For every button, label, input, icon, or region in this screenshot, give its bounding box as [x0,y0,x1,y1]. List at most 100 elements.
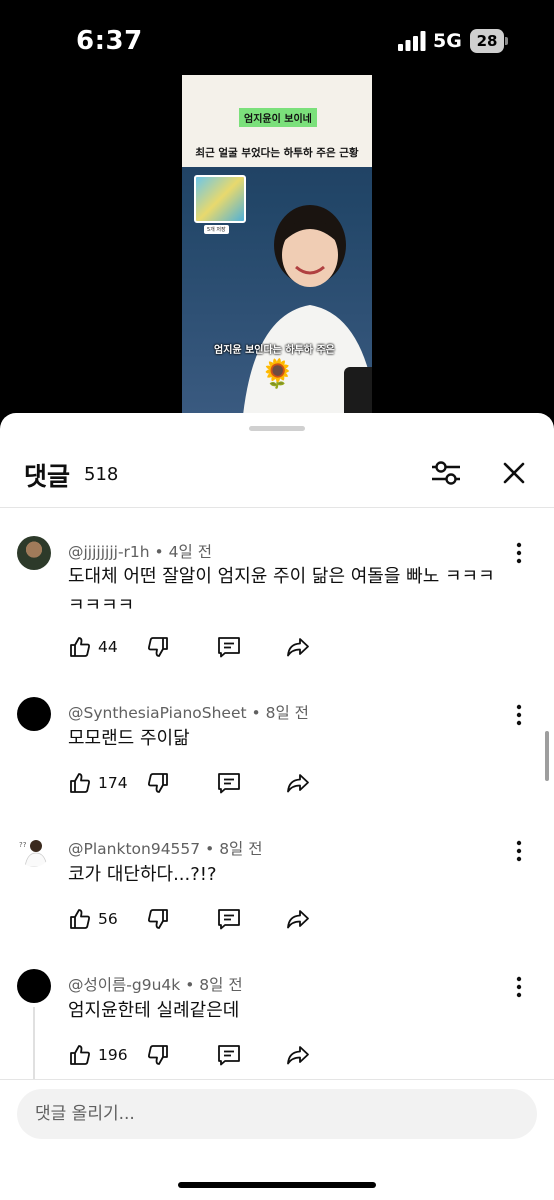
comment-meta: @jjjjjjjj-r1h • 4일 전 [68,540,212,562]
meta-separator: • [154,543,164,561]
share-button[interactable] [285,634,311,660]
comment-meta: @Plankton94557 • 8일 전 [68,837,263,859]
drag-handle[interactable] [249,426,305,431]
comment-text: 도대체 어떤 잘알이 엄지윤 주이 닮은 여돌을 빠노 ㅋㅋㅋ ㅋㅋㅋㅋ [68,562,518,620]
thumbs-down-icon [148,909,168,929]
like-count: 44 [98,638,118,656]
comment-meta: @성이름-g9u4k • 8일 전 [68,973,243,995]
thumbs-up-icon [70,909,90,929]
thumbs-down-icon [148,1045,168,1065]
like-button[interactable]: 174 [68,770,128,796]
comment-actions: 44 [68,634,328,664]
comment-author[interactable]: @jjjjjjjj-r1h [68,543,150,561]
share-icon [287,774,309,793]
svg-text:??: ?? [19,841,27,849]
comment-text: 모모랜드 주이닮 [68,724,518,753]
sort-filter-icon[interactable] [430,459,462,487]
battery-icon: 28 [470,29,510,53]
share-button[interactable] [285,1042,311,1068]
avatar[interactable]: ?? [17,833,51,867]
comment-time: 8일 전 [199,976,243,994]
comments-list[interactable]: @jjjjjjjj-r1h • 4일 전 도대체 어떤 잘알이 엄지윤 주이 닮… [0,509,554,1079]
comments-sheet: 댓글 518 @jjjjjjjj-r1h • 4일 전 도대체 어떤 잘알이 엄… [0,413,554,1200]
video-inset-label: 5개 저장 [204,225,229,234]
meta-separator: • [185,976,195,994]
comment-input[interactable]: 댓글 올리기... [17,1089,537,1139]
like-button[interactable]: 44 [68,634,118,660]
close-icon[interactable] [502,461,526,485]
like-count: 56 [98,910,118,928]
avatar[interactable] [17,969,51,1003]
video-person-image [243,205,372,415]
comment-text-line: 도대체 어떤 잘알이 엄지윤 주이 닮은 여돌을 빠노 ㅋㅋㅋ [68,566,495,587]
dislike-button[interactable] [146,906,170,932]
share-icon [287,638,309,657]
thumbs-up-icon [70,773,90,793]
comment-text: 엄지윤한테 실례같은데 [68,996,518,1025]
status-time: 6:37 [76,26,143,56]
meta-separator: • [205,840,215,858]
like-button[interactable]: 56 [68,906,118,932]
comment-item: @성이름-g9u4k • 8일 전 엄지윤한테 실례같은데 196 [0,951,554,1079]
video-player[interactable]: 엄지윤이 보이네 최근 얼굴 부었다는 하투하 주은 근황 5개 저장 엄지윤 … [182,75,372,415]
input-divider [0,1079,554,1080]
battery-tip [505,37,508,45]
video-subtitle: 최근 얼굴 부었다는 하투하 주은 근황 [195,147,359,159]
signal-icon [398,31,426,51]
reply-button[interactable] [216,1042,242,1068]
comment-time: 4일 전 [168,543,212,561]
comment-author[interactable]: @Plankton94557 [68,840,200,858]
reply-button[interactable] [216,634,242,660]
reply-icon [218,773,240,794]
comment-actions: 56 [68,906,328,936]
comment-time: 8일 전 [265,704,309,722]
comment-text-line: 모모랜드 주이닮 [68,728,190,749]
reply-button[interactable] [216,770,242,796]
comment-text-line: 엄지윤한테 실례같은데 [68,1000,240,1021]
more-options-icon[interactable] [509,703,529,727]
dislike-button[interactable] [146,634,170,660]
comment-actions: 196 [68,1042,328,1072]
thumbs-up-icon [70,637,90,657]
comment-text: 코가 대단하다...?!? [68,860,518,889]
thumbs-down-icon [148,773,168,793]
network-label: 5G [433,30,462,52]
thumbs-down-icon [148,637,168,657]
like-count: 174 [98,774,128,792]
comment-text-line: 코가 대단하다...?!? [68,864,217,885]
avatar[interactable] [17,536,51,570]
more-options-icon[interactable] [509,839,529,863]
dislike-button[interactable] [146,770,170,796]
comment-actions: 174 [68,770,328,800]
like-count: 196 [98,1046,128,1064]
comment-meta: @SynthesiaPianoSheet • 8일 전 [68,701,309,723]
sunflower-icon: 🌻 [260,357,295,390]
more-options-icon[interactable] [509,541,529,565]
comments-title: 댓글 [24,462,71,491]
avatar[interactable] [17,697,51,731]
comment-item: @SynthesiaPianoSheet • 8일 전 모모랜드 주이닮 174 [0,679,554,815]
status-bar: 6:37 5G 28 [0,0,554,80]
scrollbar[interactable] [545,731,549,781]
comment-time: 8일 전 [219,840,263,858]
dislike-button[interactable] [146,1042,170,1068]
thumbs-up-icon [70,1045,90,1065]
reply-icon [218,637,240,658]
reply-thread-line [33,1007,35,1079]
video-caption-box: 엄지윤이 보이네 최근 얼굴 부었다는 하투하 주은 근황 [182,75,372,167]
reply-button[interactable] [216,906,242,932]
reply-icon [218,1045,240,1066]
video-highlight-text: 엄지윤이 보이네 [239,108,317,127]
comment-item: ?? @Plankton94557 • 8일 전 코가 대단하다...?!? 5… [0,815,554,951]
comment-item: @jjjjjjjj-r1h • 4일 전 도대체 어떤 잘알이 엄지윤 주이 닮… [0,509,554,679]
share-button[interactable] [285,770,311,796]
home-indicator[interactable] [178,1182,376,1188]
header-divider [0,507,554,508]
comment-author[interactable]: @SynthesiaPianoSheet [68,704,247,722]
like-button[interactable]: 196 [68,1042,128,1068]
video-overlay-caption: 엄지윤 보인다는 하투하 주은 [214,345,335,356]
share-icon [287,1046,309,1065]
share-button[interactable] [285,906,311,932]
comment-author[interactable]: @성이름-g9u4k [68,976,180,994]
more-options-icon[interactable] [509,975,529,999]
